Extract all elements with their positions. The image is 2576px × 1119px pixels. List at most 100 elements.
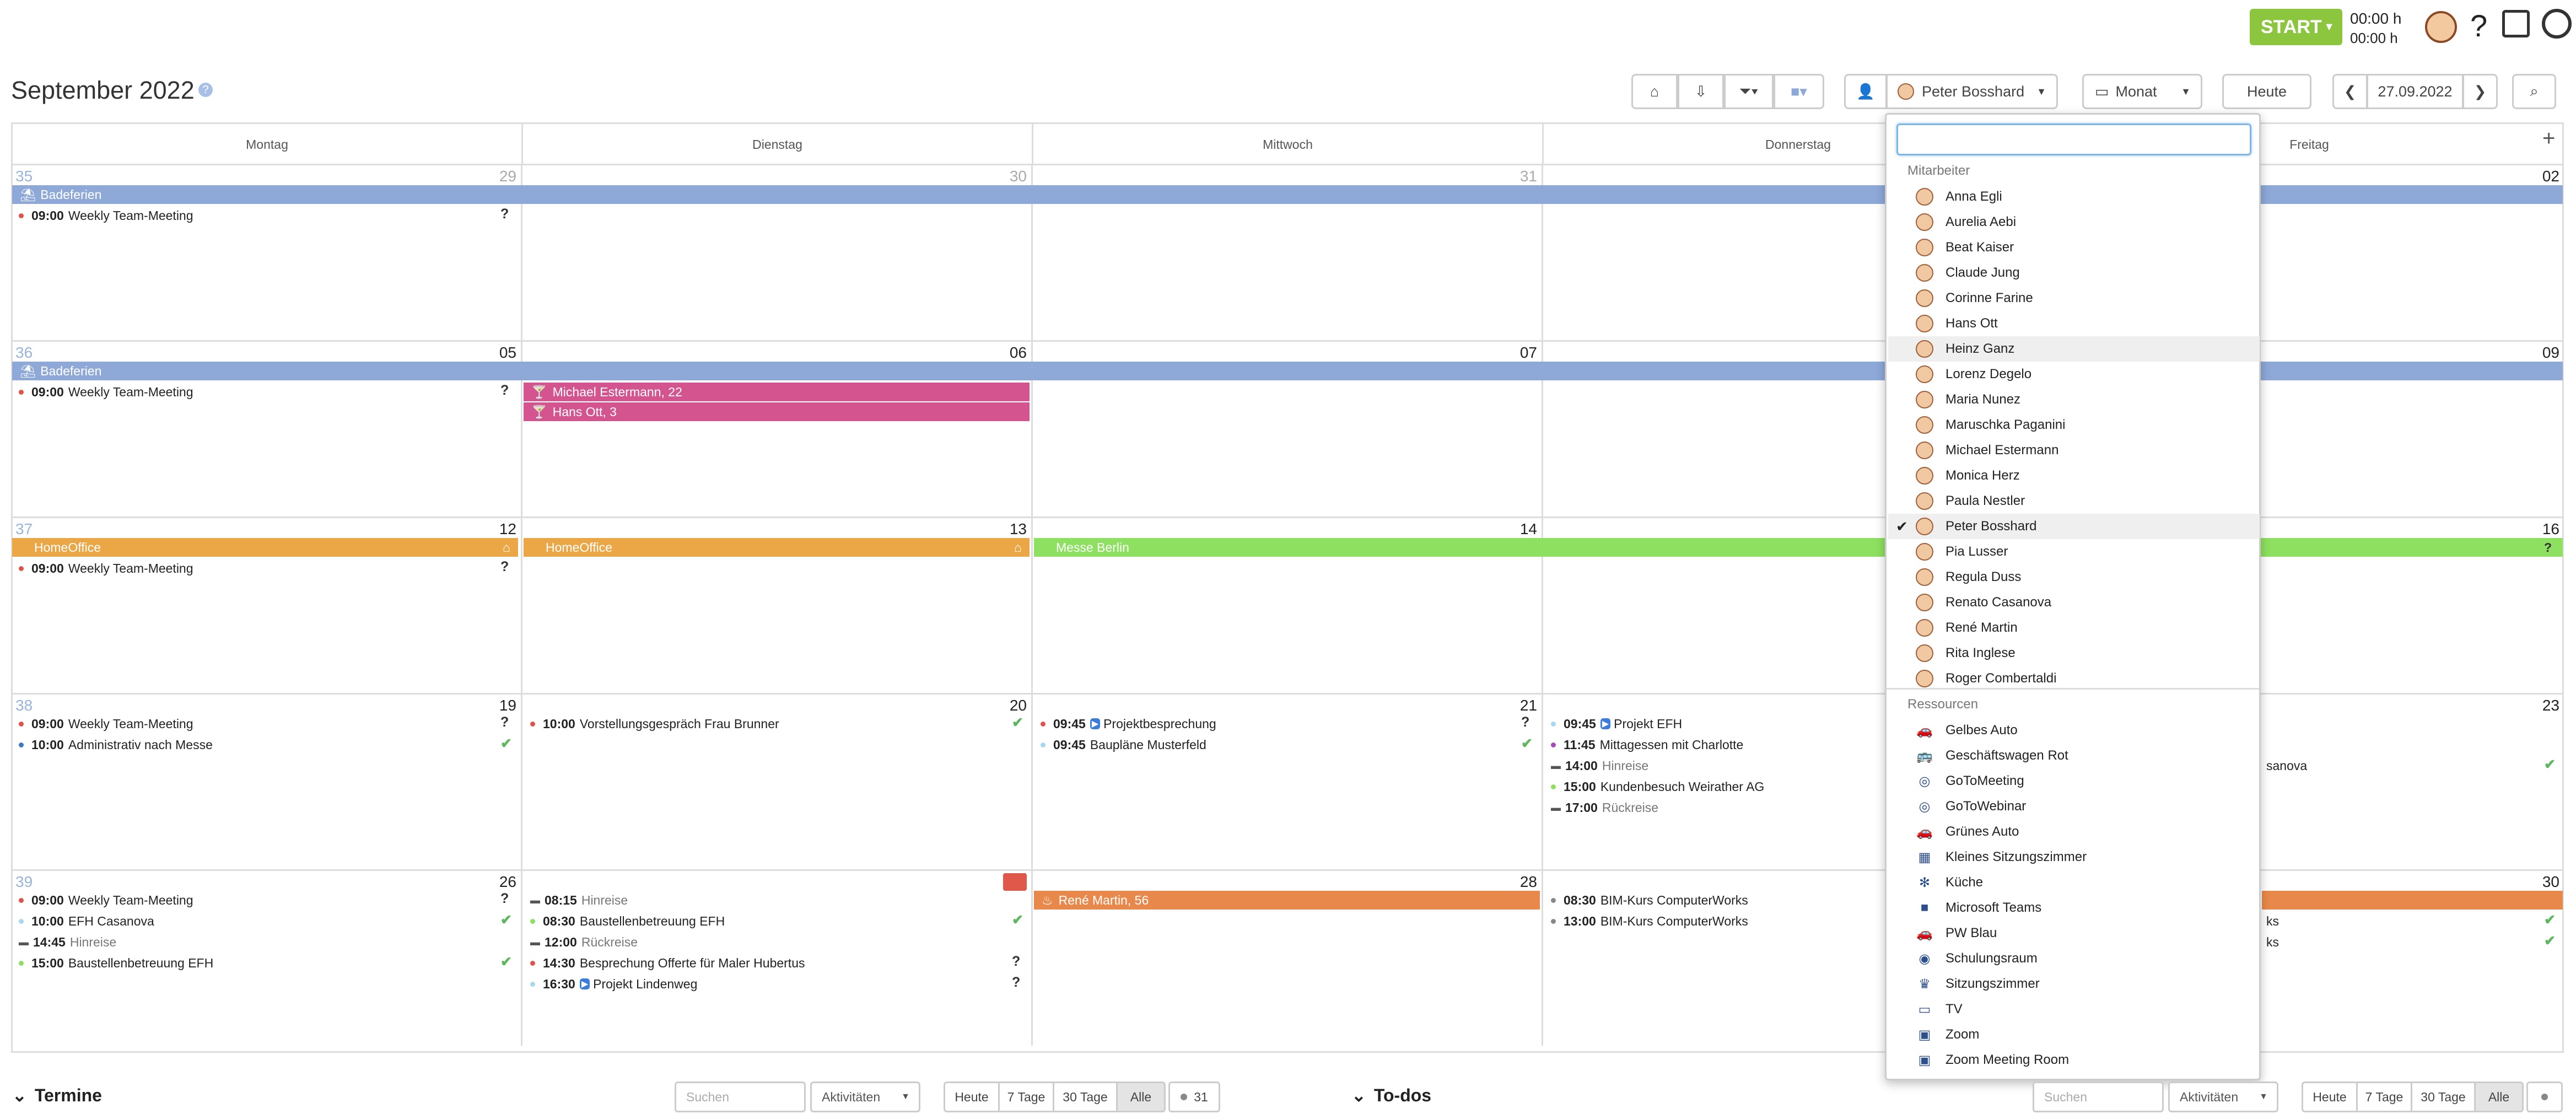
dropdown-resource-item[interactable]: ▣ Zoom	[1888, 1022, 2260, 1047]
today-button[interactable]: Heute	[2222, 74, 2311, 109]
termine-filter-today[interactable]: Heute	[944, 1082, 1000, 1112]
color-button[interactable]: ■▾	[1774, 74, 1824, 109]
todos-activities-select[interactable]: Aktivitäten ▼	[2168, 1082, 2278, 1112]
calendar-event[interactable]: 10:00 Vorstellungsgespräch Frau Brunner	[530, 714, 779, 733]
dropdown-resource-item[interactable]: ▦ Kleines Sitzungszimmer	[1888, 844, 2260, 870]
dropdown-resource-item[interactable]: ♛ Sitzungszimmer	[1888, 971, 2260, 997]
filter-button[interactable]: ⏷▾	[1724, 74, 1774, 109]
dropdown-resource-item[interactable]: ◉ Schulungsraum	[1888, 946, 2260, 971]
dropdown-staff-item[interactable]: René Martin	[1888, 615, 2260, 641]
termine-activities-select[interactable]: Aktivitäten ▼	[810, 1082, 920, 1112]
calendar-event[interactable]: 09:45 Baupläne Musterfeld	[1041, 735, 1206, 754]
calendar-event[interactable]: 09:00 Weekly Team-Meeting	[19, 559, 193, 578]
user-avatar[interactable]	[2425, 11, 2457, 43]
dropdown-staff-item[interactable]: Monica Herz	[1888, 463, 2260, 488]
calendar-event[interactable]: sanova	[2266, 756, 2307, 775]
birthday-bar[interactable]: ♨ René Martin, 56	[1034, 891, 1540, 910]
calendar-event[interactable]: 10:00 EFH Casanova	[19, 912, 154, 930]
calendar-event[interactable]: 13:00 BIM-Kurs ComputerWorks	[1551, 912, 1748, 930]
calendar-event[interactable]: ▬ 17:00 Rückreise	[1551, 798, 1658, 817]
todos-search-input[interactable]: Suchen	[2033, 1082, 2164, 1112]
calendar-event[interactable]: ks	[2266, 933, 2279, 951]
help-icon[interactable]: ?	[2470, 8, 2487, 44]
home-button[interactable]: ⌂	[1631, 74, 1678, 109]
homeoffice-bar[interactable]: HomeOffice ⌂	[524, 538, 1030, 557]
export-icon[interactable]	[2502, 10, 2530, 37]
calendar-event[interactable]: 16:30 ▶ Projekt Lindenweg	[530, 975, 697, 993]
calendar-event[interactable]: ▬ 12:00 Rückreise	[530, 933, 638, 951]
info-icon[interactable]: ?	[198, 83, 213, 97]
calendar-event[interactable]: 09:00 Weekly Team-Meeting	[19, 383, 193, 401]
prev-button[interactable]: ❮	[2332, 74, 2368, 109]
dropdown-staff-item[interactable]: Anna Egli	[1888, 184, 2260, 209]
calendar-event[interactable]: 09:45 ▶ Projekt EFH	[1551, 714, 1682, 733]
calendar-event[interactable]: 15:00 Baustellenbetreuung EFH	[19, 954, 213, 972]
todos-toggle[interactable]: ⌄ To-dos	[1351, 1085, 1431, 1106]
calendar-event[interactable]: 08:30 BIM-Kurs ComputerWorks	[1551, 891, 1748, 910]
homeoffice-bar[interactable]: HomeOffice ⌂	[12, 538, 518, 557]
dropdown-staff-item[interactable]: Maruschka Paganini	[1888, 412, 2260, 438]
dropdown-staff-item[interactable]: Hans Ott	[1888, 311, 2260, 336]
calendar-event[interactable]: 09:00 Weekly Team-Meeting	[19, 206, 193, 225]
dropdown-staff-item[interactable]: Corinne Farine	[1888, 286, 2260, 311]
dropdown-staff-item[interactable]: Paula Nestler	[1888, 488, 2260, 514]
calendar-event[interactable]: 15:00 Kundenbesuch Weirather AG	[1551, 777, 1764, 796]
search-button[interactable]: ⌕	[2512, 74, 2556, 109]
dropdown-resource-item[interactable]: ◎ GoToWebinar	[1888, 794, 2260, 819]
person-button[interactable]: 👤	[1844, 74, 1887, 109]
calendar-event[interactable]: ▬ 14:45 Hinreise	[19, 933, 116, 951]
dropdown-resource-item[interactable]: 🚗 PW Blau	[1888, 921, 2260, 946]
fair-bar[interactable]: Messe Berlin?	[1034, 538, 2563, 557]
dropdown-staff-item[interactable]: ✔ Peter Bosshard	[1888, 514, 2260, 539]
todos-filter-today[interactable]: Heute	[2302, 1082, 2358, 1112]
termine-filter-7[interactable]: 7 Tage	[998, 1082, 1054, 1112]
calendar-event[interactable]: 09:00 Weekly Team-Meeting	[19, 891, 193, 910]
dropdown-resource-item[interactable]: ▣ Zoom Meeting Room	[1888, 1047, 2260, 1073]
dropdown-staff-item[interactable]: Regula Duss	[1888, 564, 2260, 590]
calendar-event[interactable]: 09:00 Weekly Team-Meeting	[19, 714, 193, 733]
dropdown-staff-item[interactable]: Lorenz Degelo	[1888, 362, 2260, 387]
dropdown-staff-item[interactable]: Rita Inglese	[1888, 641, 2260, 666]
dropdown-resource-item[interactable]: ◎ GoToMeeting	[1888, 768, 2260, 794]
calendar-event[interactable]: 11:45 Mittagessen mit Charlotte	[1551, 735, 1743, 754]
calendar-event[interactable]: 10:00 Administrativ nach Messe	[19, 735, 213, 754]
todos-filter-30[interactable]: 30 Tage	[2411, 1082, 2476, 1112]
view-select[interactable]: ▭ Monat ▼	[2082, 74, 2202, 109]
start-button[interactable]: START ▼	[2250, 9, 2342, 45]
termine-toggle[interactable]: ⌄ Termine	[12, 1085, 102, 1106]
dropdown-staff-item[interactable]: Maria Nunez	[1888, 387, 2260, 412]
birthday-bar[interactable]: 🍸 Michael Estermann, 22	[524, 383, 1030, 401]
birthday-bar[interactable]: 🍸 Hans Ott, 3	[524, 402, 1030, 421]
termine-filter-30[interactable]: 30 Tage	[1053, 1082, 1118, 1112]
todos-filter-7[interactable]: 7 Tage	[2356, 1082, 2412, 1112]
calendar-event[interactable]: 09:45 ▶ Projektbesprechung	[1041, 714, 1216, 733]
dropdown-resource-item[interactable]: ▭ TV	[1888, 997, 2260, 1022]
calendar-event[interactable]: ▬ 08:15 Hinreise	[530, 891, 628, 910]
next-button[interactable]: ❯	[2462, 74, 2498, 109]
dropdown-resource-item[interactable]: 🚗 Gelbes Auto	[1888, 718, 2260, 743]
dropdown-resource-item[interactable]: 🚌 Geschäftswagen Rot	[1888, 743, 2260, 768]
dropdown-resource-item[interactable]: ✻ Küche	[1888, 870, 2260, 895]
calendar-event[interactable]: 14:30 Besprechung Offerte für Maler Huber…	[530, 954, 805, 972]
calendar-event[interactable]: ▬ 14:00 Hinreise	[1551, 756, 1648, 775]
dropdown-staff-item[interactable]: Renato Casanova	[1888, 590, 2260, 615]
dropdown-search-input[interactable]	[1896, 123, 2251, 155]
dropdown-staff-item[interactable]: Aurelia Aebi	[1888, 209, 2260, 235]
dropdown-resource-item[interactable]: ■ Microsoft Teams	[1888, 895, 2260, 921]
termine-filter-all[interactable]: Alle	[1116, 1082, 1166, 1112]
dropdown-staff-item[interactable]: Beat Kaiser	[1888, 235, 2260, 260]
dropdown-staff-item[interactable]: Michael Estermann	[1888, 438, 2260, 463]
import-button[interactable]: ⇩	[1678, 74, 1724, 109]
calendar-event[interactable]: 08:30 Baustellenbetreuung EFH	[530, 912, 725, 930]
todos-filter-all[interactable]: Alle	[2474, 1082, 2524, 1112]
add-icon[interactable]: +	[2542, 126, 2555, 151]
calendar-event[interactable]: ks	[2266, 912, 2279, 930]
termine-search-input[interactable]: Suchen	[675, 1082, 806, 1112]
dropdown-staff-item[interactable]: Heinz Ganz	[1888, 336, 2260, 362]
dropdown-staff-item[interactable]: Pia Lusser	[1888, 539, 2260, 564]
person-select[interactable]: Peter Bosshard ▼	[1886, 74, 2058, 109]
event-bar[interactable]	[2262, 891, 2563, 910]
date-field[interactable]: 27.09.2022	[2367, 74, 2464, 109]
dropdown-staff-item[interactable]: Claude Jung	[1888, 260, 2260, 286]
dropdown-resource-item[interactable]: 🚗 Grünes Auto	[1888, 819, 2260, 844]
